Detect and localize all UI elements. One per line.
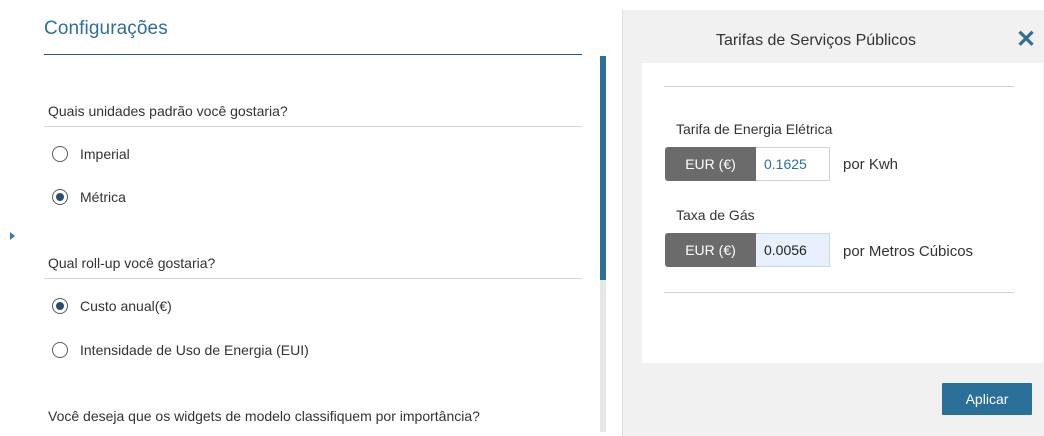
units-option-imperial[interactable]: Imperial <box>52 146 130 162</box>
radio-checked-icon[interactable] <box>52 298 68 314</box>
card-bottom-divider <box>664 292 1014 293</box>
radio-unchecked-icon[interactable] <box>52 342 68 358</box>
units-divider <box>44 126 582 127</box>
rollup-option-annual-cost[interactable]: Custo anual(€) <box>52 298 172 314</box>
gas-rate-label: Taxa de Gás <box>676 207 755 223</box>
radio-unchecked-icon[interactable] <box>52 146 68 162</box>
radio-checked-icon[interactable] <box>52 189 68 205</box>
electric-rate-label: Tarifa de Energia Elétrica <box>676 121 833 137</box>
gas-currency-addon: EUR (€) <box>665 233 756 267</box>
units-question: Quais unidades padrão você gostaria? <box>48 103 288 119</box>
electric-unit-label: por Kwh <box>843 156 899 173</box>
scrollbar-thumb[interactable] <box>600 56 606 280</box>
widgets-question: Você deseja que os widgets de modelo cla… <box>48 408 480 424</box>
electric-rate-input[interactable]: 0.1625 <box>756 147 830 181</box>
rollup-option-label: Intensidade de Uso de Energia (EUI) <box>80 342 309 358</box>
rollup-divider <box>44 278 582 279</box>
gas-rate-input-group: EUR (€) 0.0056 <box>665 233 830 267</box>
electric-currency-addon: EUR (€) <box>665 147 756 181</box>
panel-title: Tarifas de Serviços Públicos <box>715 32 917 49</box>
card-top-divider <box>664 86 1014 87</box>
units-option-label: Imperial <box>80 146 130 162</box>
gas-unit-label: por Metros Cúbicos <box>843 243 974 260</box>
apply-button[interactable]: Aplicar <box>942 383 1032 415</box>
gas-rate-input[interactable]: 0.0056 <box>756 233 830 267</box>
close-icon[interactable]: ✕ <box>1016 28 1036 52</box>
units-option-metric[interactable]: Métrica <box>52 189 126 205</box>
title-divider <box>44 54 582 55</box>
units-option-label: Métrica <box>80 189 126 205</box>
settings-title: Configurações <box>44 18 168 39</box>
expand-arrow-icon[interactable] <box>10 232 15 240</box>
rollup-option-eui[interactable]: Intensidade de Uso de Energia (EUI) <box>52 342 309 358</box>
rollup-question: Qual roll-up você gostaria? <box>48 255 216 271</box>
rollup-option-label: Custo anual(€) <box>80 298 172 314</box>
electric-rate-input-group: EUR (€) 0.1625 <box>665 147 830 181</box>
